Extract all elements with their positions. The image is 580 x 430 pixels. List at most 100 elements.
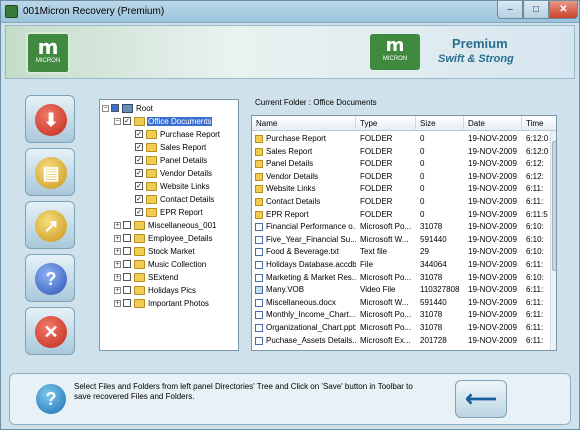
close-button[interactable]: ✕: [549, 1, 578, 19]
table-row[interactable]: Marketing & Market Res... Microsoft Po...…: [252, 272, 550, 284]
cell-date: 19-NOV-2009: [468, 323, 517, 332]
folder-icon: [134, 116, 145, 126]
cell-type: Microsoft Ex...: [360, 335, 411, 345]
cell-date: 19-NOV-2009: [468, 260, 517, 269]
tree-item[interactable]: +✓Contact Details: [126, 193, 215, 205]
expand-icon[interactable]: −: [114, 117, 121, 125]
exit-button[interactable]: ✕: [25, 307, 75, 355]
column-header-type[interactable]: Type: [356, 116, 416, 131]
column-header-time[interactable]: Time: [522, 116, 556, 131]
cell-time: 6:10:: [526, 247, 544, 257]
table-row[interactable]: Purchase Report FOLDER 0 19-NOV-2009 6:12:0: [252, 133, 550, 145]
back-button[interactable]: ⟵: [455, 380, 507, 418]
save-folder-button[interactable]: ↗: [25, 201, 75, 249]
table-row[interactable]: Sales Report FOLDER 0 19-NOV-2009 6:12:0: [252, 146, 550, 158]
tree-item[interactable]: + Holidays Pics: [114, 284, 197, 296]
tree-checkbox[interactable]: [123, 273, 131, 281]
tree-item[interactable]: − ✓ Office Documents: [114, 115, 213, 127]
table-row[interactable]: Contact Details FOLDER 0 19-NOV-2009 6:11:: [252, 196, 550, 208]
tree-checkbox[interactable]: [123, 299, 131, 307]
column-header-date[interactable]: Date: [464, 116, 522, 131]
expand-icon[interactable]: +: [114, 273, 121, 281]
tree-root[interactable]: − Root: [102, 102, 154, 114]
computer-icon: [122, 103, 133, 113]
title-bar[interactable]: 001Micron Recovery (Premium) – □ ✕: [1, 1, 579, 23]
list-header: Name Type Size Date Time: [252, 116, 556, 131]
table-row[interactable]: Monthly_Income_Chart... Microsoft Po... 31…: [252, 309, 550, 321]
tree-checkbox[interactable]: [123, 260, 131, 268]
open-folder-button[interactable]: ▤: [25, 148, 75, 196]
table-row[interactable]: Food & Beverage.txt Text file 29 19-NOV-200…: [252, 246, 550, 258]
table-row[interactable]: Organizational_Chart.pptx Microsoft Po...…: [252, 322, 550, 334]
folder-icon: [134, 246, 145, 256]
tree-checkbox[interactable]: ✓: [135, 195, 143, 203]
cell-name: Website Links: [266, 184, 316, 194]
expand-icon[interactable]: +: [114, 221, 121, 229]
table-row[interactable]: Puchase_Assets Details... Microsoft Ex...…: [252, 335, 550, 347]
expand-icon[interactable]: +: [114, 247, 121, 255]
column-header-name[interactable]: Name: [252, 116, 356, 131]
tree-checkbox[interactable]: ✓: [135, 156, 143, 164]
cell-type: Microsoft Po...: [360, 222, 412, 232]
file-list[interactable]: Name Type Size Date Time Purchase Report…: [251, 115, 557, 351]
directory-tree[interactable]: − Root −✓Office Documents+✓Purchase Repo…: [99, 99, 239, 351]
table-row[interactable]: Website Links FOLDER 0 19-NOV-2009 6:11:: [252, 183, 550, 195]
table-row[interactable]: Five_Year_Financial Su... Microsoft W... 5…: [252, 234, 550, 246]
vertical-scrollbar[interactable]: [550, 131, 556, 350]
expand-icon[interactable]: +: [114, 234, 121, 242]
cell-name: Holidays Database.accdb: [266, 260, 356, 269]
cell-type: Video File: [360, 285, 396, 295]
table-row[interactable]: Financial Performance o... Microsoft Po..…: [252, 221, 550, 233]
help-button[interactable]: ?: [25, 254, 75, 302]
cell-date: 19-NOV-2009: [468, 310, 517, 320]
root-checkbox[interactable]: [111, 104, 119, 112]
table-row[interactable]: Miscellaneous.docx Microsoft W... 591440 19…: [252, 297, 550, 309]
tree-checkbox[interactable]: ✓: [135, 208, 143, 216]
cell-date: 19-NOV-2009: [468, 247, 517, 257]
tree-item[interactable]: +✓Website Links: [126, 180, 211, 192]
tree-item[interactable]: +✓EPR Report: [126, 206, 204, 218]
expand-icon[interactable]: +: [114, 299, 121, 307]
tree-item[interactable]: + Music Collection: [114, 258, 207, 270]
tree-item[interactable]: + Miscellaneous_001: [114, 219, 218, 231]
expand-icon[interactable]: +: [114, 260, 121, 268]
cell-time: 6:11:: [526, 323, 544, 332]
tree-item[interactable]: +✓Purchase Report: [126, 128, 221, 140]
tree-checkbox[interactable]: [123, 221, 131, 229]
tree-checkbox[interactable]: ✓: [123, 117, 131, 125]
tree-item[interactable]: +✓Vendor Details: [126, 167, 213, 179]
tree-checkbox[interactable]: ✓: [135, 169, 143, 177]
table-row[interactable]: Vendor Details FOLDER 0 19-NOV-2009 6:12:: [252, 171, 550, 183]
cell-date: 19-NOV-2009: [468, 297, 517, 307]
tree-checkbox[interactable]: ✓: [135, 130, 143, 138]
tree-checkbox[interactable]: [123, 286, 131, 294]
tree-item[interactable]: + Stock Market: [114, 245, 196, 257]
scrollbar-thumb[interactable]: [552, 141, 556, 271]
tree-checkbox[interactable]: ✓: [135, 143, 143, 151]
table-row[interactable]: Many.VOB Video File 110327808 19-NOV-2009 6:…: [252, 284, 550, 296]
tree-item-label: Important Photos: [148, 298, 209, 308]
tree-item[interactable]: +✓Sales Report: [126, 141, 207, 153]
maximize-button[interactable]: □: [523, 1, 549, 19]
table-row[interactable]: Panel Details FOLDER 0 19-NOV-2009 6:12:: [252, 158, 550, 170]
folder-icon: [255, 210, 263, 219]
tree-item[interactable]: + Employee_Details: [114, 232, 213, 244]
collapse-icon[interactable]: −: [102, 104, 109, 112]
minimize-button[interactable]: –: [497, 1, 523, 19]
expand-icon[interactable]: +: [114, 286, 121, 294]
folder-icon: [146, 142, 157, 152]
tree-checkbox[interactable]: ✓: [135, 182, 143, 190]
tree-checkbox[interactable]: [123, 234, 131, 242]
column-header-size[interactable]: Size: [416, 116, 464, 131]
tree-item[interactable]: +✓Panel Details: [126, 154, 208, 166]
download-button[interactable]: ⬇: [25, 95, 75, 143]
tree-checkbox[interactable]: [123, 247, 131, 255]
tree-item[interactable]: + SExtend: [114, 271, 179, 283]
tree-item[interactable]: + Important Photos: [114, 297, 210, 309]
table-row[interactable]: EPR Report FOLDER 0 19-NOV-2009 6:11:5: [252, 209, 550, 221]
cell-name: Miscellaneous.docx: [266, 297, 336, 307]
status-message: Select Files and Folders from left panel…: [74, 382, 413, 401]
folder-icon: [255, 172, 263, 181]
cell-size: 31078: [420, 310, 443, 320]
table-row[interactable]: Holidays Database.accdb File 344064 19-NOV-…: [252, 259, 550, 271]
